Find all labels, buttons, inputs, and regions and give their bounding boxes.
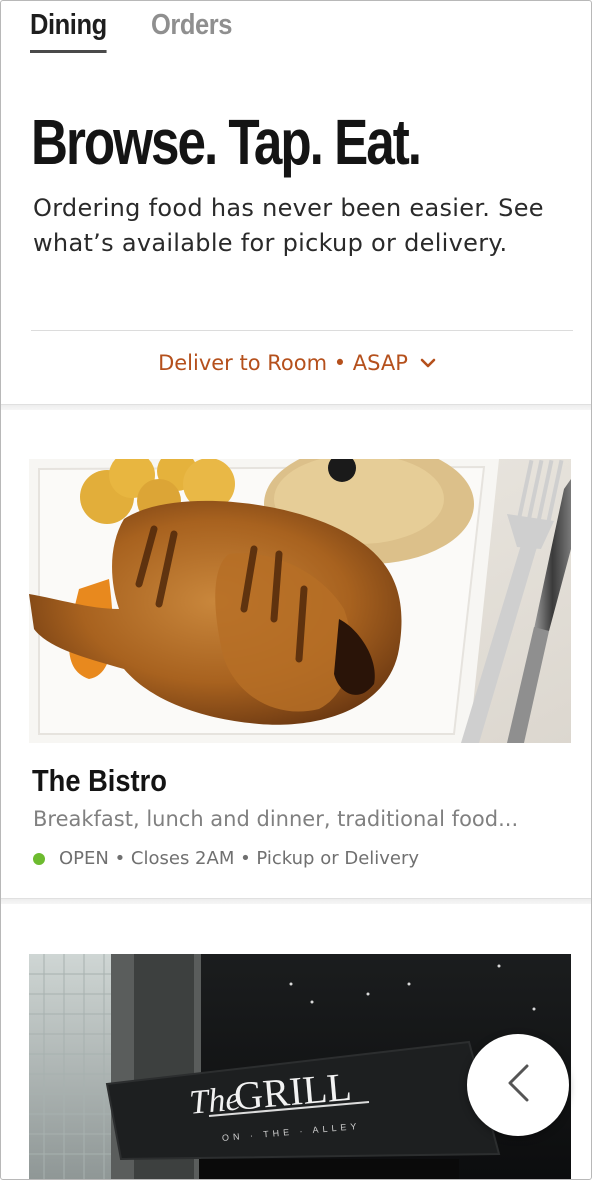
page-subtitle: Ordering food has never been easier. See… [33,194,544,257]
restaurant-name[interactable]: The Bistro [32,763,167,799]
top-tabs: Dining Orders [30,9,243,53]
page-title: Browse. Tap. Eat. [31,106,422,178]
app-screen: Dining Orders Browse. Tap. Eat. Ordering… [0,0,592,1180]
tab-dining[interactable]: Dining [30,9,107,53]
section-separator [1,404,591,410]
bistro-photo[interactable] [29,459,571,743]
delivery-label: Deliver to Room • ASAP [158,351,408,375]
restaurant-description: Breakfast, lunch and dinner, traditional… [33,807,519,831]
chevron-down-icon [420,358,436,369]
section-separator [1,898,591,904]
restaurant-status: OPEN • Closes 2AM • Pickup or Delivery [33,848,419,869]
status-text: OPEN • Closes 2AM • Pickup or Delivery [59,848,420,869]
divider [31,330,573,331]
chevron-left-icon [505,1063,531,1108]
tab-orders[interactable]: Orders [151,9,232,53]
back-button[interactable] [467,1034,569,1136]
open-status-dot [33,852,45,865]
delivery-selector[interactable]: Deliver to Room • ASAP [1,351,591,375]
